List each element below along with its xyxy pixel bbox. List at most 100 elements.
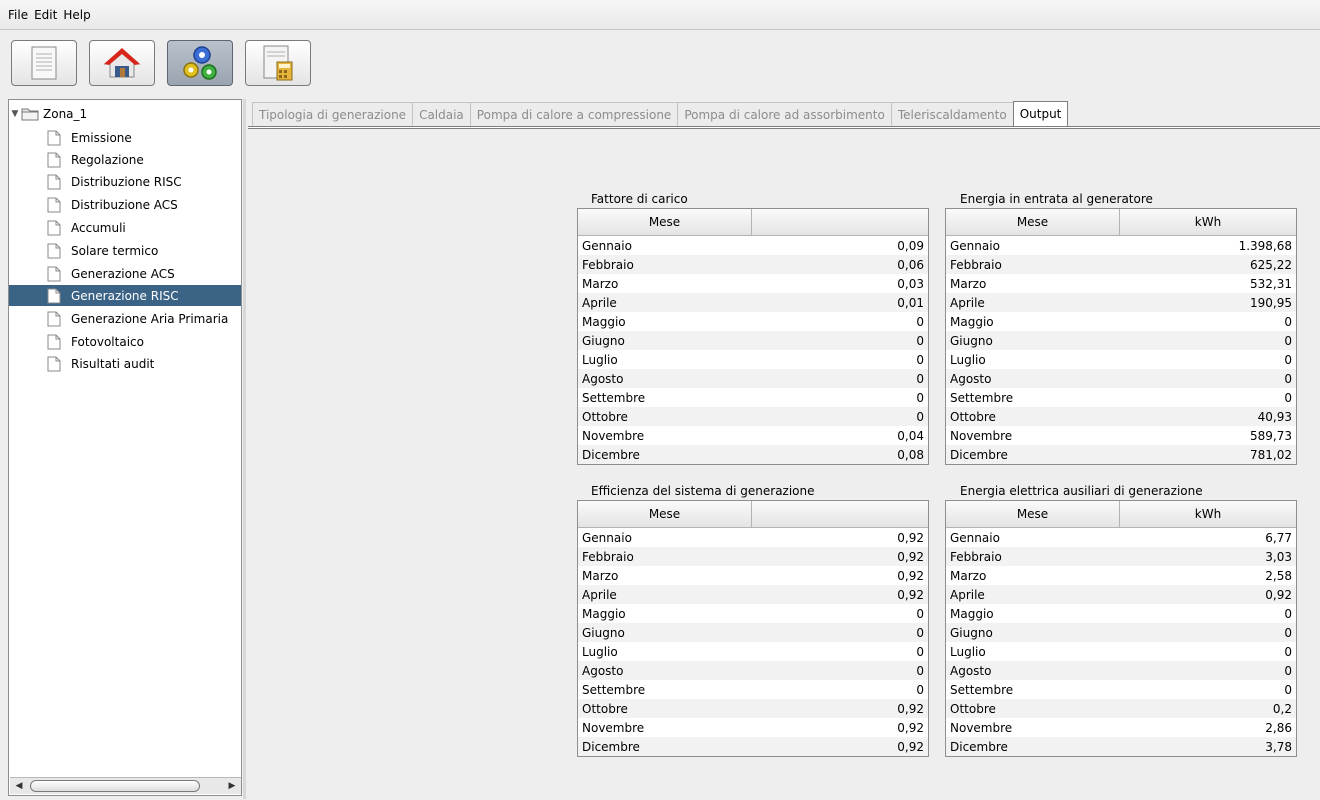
tab-output[interactable]: Output — [1012, 101, 1069, 126]
table-row[interactable]: Aprile 0,92 — [946, 585, 1296, 604]
table-row[interactable]: Luglio 0 — [578, 642, 928, 661]
table-row[interactable]: Ottobre 0,92 — [578, 699, 928, 718]
table-row[interactable]: Dicembre 3,78 — [946, 737, 1296, 756]
home-button[interactable] — [89, 40, 155, 86]
sidebar-item-fotovoltaico[interactable]: Fotovoltaico — [47, 331, 144, 352]
sidebar-item-distribuzione-risc[interactable]: Distribuzione RISC — [47, 171, 182, 192]
table-row[interactable]: Novembre 0,92 — [578, 718, 928, 737]
table-row[interactable]: Agosto 0 — [946, 661, 1296, 680]
cell-month: Settembre — [582, 682, 646, 697]
table-row[interactable]: Febbraio 0,92 — [578, 547, 928, 566]
table-row[interactable]: Aprile 190,95 — [946, 293, 1296, 312]
table-row[interactable]: Ottobre 40,93 — [946, 407, 1296, 426]
cell-month: Novembre — [582, 428, 645, 443]
tab-teleriscaldamento[interactable]: Teleriscaldamento — [890, 102, 1014, 126]
document-button[interactable] — [11, 40, 77, 86]
scroll-right-icon[interactable]: ▶ — [225, 779, 239, 793]
table-row[interactable]: Aprile 0,92 — [578, 585, 928, 604]
tab-caldaia[interactable]: Caldaia — [412, 102, 471, 126]
scroll-left-icon[interactable]: ◀ — [12, 779, 26, 793]
table-row[interactable]: Aprile 0,01 — [578, 293, 928, 312]
table-row[interactable]: Giugno 0 — [578, 331, 928, 350]
column-header-kwh[interactable]: kWh — [1120, 209, 1296, 235]
column-header-mese[interactable]: Mese — [578, 209, 752, 235]
table-row[interactable]: Agosto 0 — [578, 369, 928, 388]
table-row[interactable]: Luglio 0 — [578, 350, 928, 369]
split-pane-divider[interactable] — [243, 99, 246, 799]
cell-month: Marzo — [582, 568, 619, 583]
scrollbar-thumb[interactable] — [30, 780, 200, 792]
table-row[interactable]: Febbraio 625,22 — [946, 255, 1296, 274]
horizontal-scrollbar[interactable]: ◀ ▶ — [10, 777, 241, 794]
table-row[interactable]: Gennaio 6,77 — [946, 528, 1296, 547]
column-header-mese[interactable]: Mese — [946, 501, 1120, 527]
menu-file[interactable]: File — [8, 8, 28, 22]
cell-month: Maggio — [950, 314, 994, 329]
table-row[interactable]: Dicembre 781,02 — [946, 445, 1296, 464]
report-button[interactable] — [245, 40, 311, 86]
sidebar-item-generazione-acs[interactable]: Generazione ACS — [47, 263, 175, 284]
table-row[interactable]: Gennaio 0,92 — [578, 528, 928, 547]
sidebar-item-emissione[interactable]: Emissione — [47, 127, 132, 148]
table-row[interactable]: Marzo 2,58 — [946, 566, 1296, 585]
table-row[interactable]: Giugno 0 — [946, 331, 1296, 350]
cell-value: 0,92 — [897, 549, 924, 564]
table-row[interactable]: Dicembre 0,08 — [578, 445, 928, 464]
table-row[interactable]: Giugno 0 — [946, 623, 1296, 642]
column-header-mese[interactable]: Mese — [578, 501, 752, 527]
tab-pompa-compressione[interactable]: Pompa di calore a compressione — [469, 102, 679, 126]
table-row[interactable]: Maggio 0 — [578, 312, 928, 331]
table-row[interactable]: Dicembre 0,92 — [578, 737, 928, 756]
column-header-value[interactable] — [752, 209, 928, 235]
table-row[interactable]: Novembre 589,73 — [946, 426, 1296, 445]
table-row[interactable]: Febbraio 3,03 — [946, 547, 1296, 566]
sidebar-item-generazione-aria-primaria[interactable]: Generazione Aria Primaria — [47, 308, 228, 329]
cell-value: 0,92 — [897, 720, 924, 735]
table-row[interactable]: Ottobre 0 — [578, 407, 928, 426]
sidebar-item-distribuzione-acs[interactable]: Distribuzione ACS — [47, 194, 178, 215]
table-row[interactable]: Marzo 0,03 — [578, 274, 928, 293]
sidebar-item-risultati-audit[interactable]: Risultati audit — [47, 353, 154, 374]
tree-root-zona[interactable]: ▼ Zona_1 — [9, 104, 88, 124]
cell-month: Ottobre — [950, 409, 996, 424]
column-header-mese[interactable]: Mese — [946, 209, 1120, 235]
column-header-value[interactable] — [752, 501, 928, 527]
table-row[interactable]: Marzo 532,31 — [946, 274, 1296, 293]
table-efficienza: Mese Gennaio 0,92 Febbraio 0,92 Marzo 0,92 Apr… — [577, 500, 929, 757]
settings-button[interactable] — [167, 40, 233, 86]
table-row[interactable]: Novembre 0,04 — [578, 426, 928, 445]
cell-value: 0 — [1284, 625, 1292, 640]
table-row[interactable]: Settembre 0 — [578, 680, 928, 699]
sidebar-item-accumuli[interactable]: Accumuli — [47, 217, 126, 238]
table-row[interactable]: Agosto 0 — [578, 661, 928, 680]
tab-pompa-assorbimento[interactable]: Pompa di calore ad assorbimento — [677, 102, 892, 126]
table-row[interactable]: Settembre 0 — [946, 680, 1296, 699]
table-row[interactable]: Ottobre 0,2 — [946, 699, 1296, 718]
table-row[interactable]: Maggio 0 — [578, 604, 928, 623]
table-row[interactable]: Gennaio 0,09 — [578, 236, 928, 255]
cell-value: 0,06 — [897, 257, 924, 272]
tab-tipologia-di-generazione[interactable]: Tipologia di generazione — [252, 102, 414, 126]
column-header-kwh[interactable]: kWh — [1120, 501, 1296, 527]
table-row[interactable]: Maggio 0 — [946, 604, 1296, 623]
table-row[interactable]: Luglio 0 — [946, 642, 1296, 661]
sidebar-item-regolazione[interactable]: Regolazione — [47, 149, 144, 170]
expand-triangle-icon[interactable]: ▼ — [9, 109, 21, 119]
table-row[interactable]: Settembre 0 — [578, 388, 928, 407]
cell-month: Giugno — [582, 333, 625, 348]
cell-month: Settembre — [582, 390, 646, 405]
menu-edit[interactable]: Edit — [34, 8, 57, 22]
cell-value: 0 — [1284, 663, 1292, 678]
table-row[interactable]: Gennaio 1.398,68 — [946, 236, 1296, 255]
table-row[interactable]: Febbraio 0,06 — [578, 255, 928, 274]
table-row[interactable]: Novembre 2,86 — [946, 718, 1296, 737]
table-row[interactable]: Luglio 0 — [946, 350, 1296, 369]
table-row[interactable]: Settembre 0 — [946, 388, 1296, 407]
table-row[interactable]: Maggio 0 — [946, 312, 1296, 331]
sidebar-item-solare-termico[interactable]: Solare termico — [47, 240, 158, 261]
menu-help[interactable]: Help — [63, 8, 90, 22]
sidebar-item-generazione-risc[interactable]: Generazione RISC — [9, 285, 241, 306]
table-row[interactable]: Marzo 0,92 — [578, 566, 928, 585]
table-row[interactable]: Giugno 0 — [578, 623, 928, 642]
table-row[interactable]: Agosto 0 — [946, 369, 1296, 388]
